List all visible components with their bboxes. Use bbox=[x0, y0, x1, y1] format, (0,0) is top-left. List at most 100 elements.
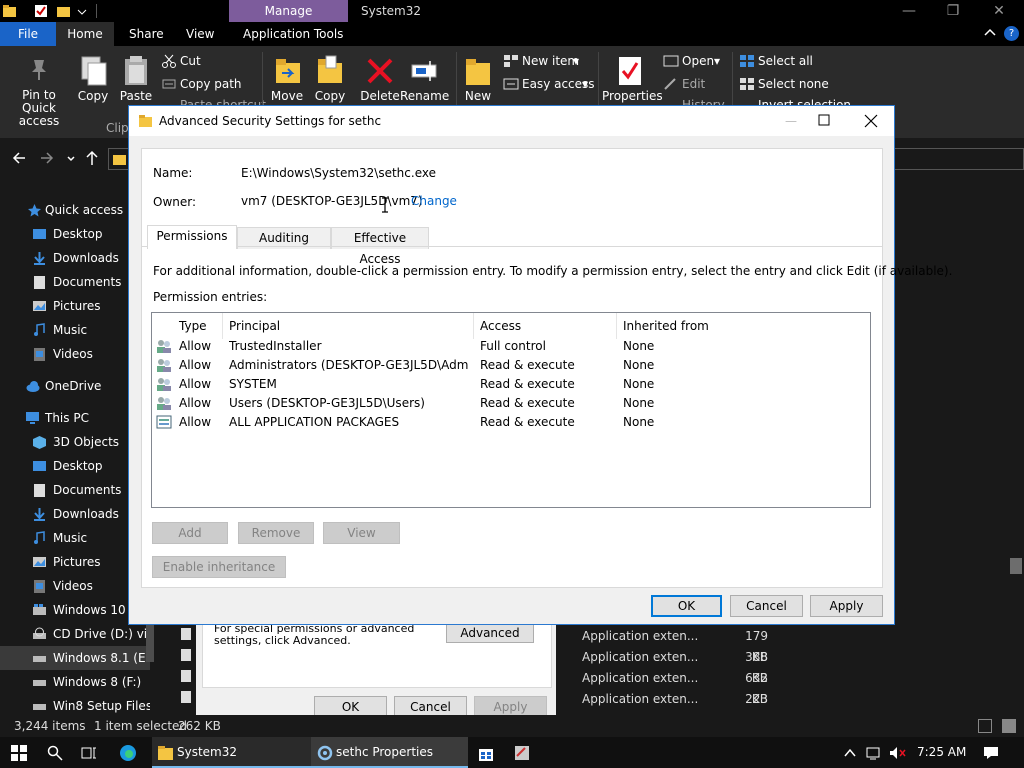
select-none-button[interactable]: Select none bbox=[758, 77, 829, 91]
table-row[interactable]: Allow SYSTEM Read & execute None bbox=[154, 375, 868, 394]
nav-cd-drive[interactable]: CD Drive (D:) virt bbox=[0, 622, 150, 646]
new-folder-button[interactable]: New bbox=[460, 89, 496, 103]
search-box[interactable] bbox=[894, 148, 1024, 170]
change-owner-link[interactable]: Change bbox=[411, 194, 457, 208]
select-all-button[interactable]: Select all bbox=[758, 54, 813, 68]
nav-drive-e[interactable]: Windows 8.1 (E:) bbox=[0, 646, 150, 670]
close-icon[interactable]: ✕ bbox=[976, 0, 1022, 22]
recent-locations-icon[interactable] bbox=[66, 152, 76, 164]
tab-view[interactable]: View bbox=[176, 22, 224, 46]
move-to-button[interactable]: Move bbox=[268, 89, 306, 103]
tab-home[interactable]: Home bbox=[56, 22, 114, 46]
nav-drive-f[interactable]: Windows 8 (F:) bbox=[0, 670, 150, 694]
network-icon[interactable] bbox=[866, 745, 882, 761]
new-folder-quick-icon[interactable] bbox=[57, 4, 71, 18]
nav-win8-setup[interactable]: Win8 Setup Files bbox=[0, 694, 150, 715]
videos-icon bbox=[32, 347, 47, 361]
edit-button[interactable]: Edit bbox=[682, 77, 705, 91]
drive-icon bbox=[32, 699, 47, 713]
permission-entries-label: Permission entries: bbox=[153, 290, 268, 304]
rename-icon bbox=[410, 57, 438, 85]
easy-access-icon bbox=[503, 77, 519, 91]
column-header-principal[interactable]: Principal bbox=[229, 317, 280, 335]
tab-permissions[interactable]: Permissions bbox=[147, 225, 237, 249]
large-icons-view-icon[interactable] bbox=[1002, 719, 1016, 733]
help-icon[interactable]: ? bbox=[1004, 26, 1019, 41]
new-item-button[interactable]: New item bbox=[522, 54, 579, 68]
maximize-icon[interactable] bbox=[818, 114, 830, 126]
forward-arrow-icon[interactable] bbox=[40, 151, 54, 165]
properties-button[interactable]: Properties bbox=[602, 89, 663, 103]
select-none-icon bbox=[739, 77, 755, 91]
copy-button[interactable]: Copy bbox=[76, 89, 110, 103]
text-cursor-icon bbox=[381, 197, 389, 213]
app-icon[interactable] bbox=[513, 744, 531, 762]
chevron-down-icon[interactable] bbox=[77, 4, 91, 18]
desktop-icon bbox=[32, 459, 47, 473]
ok-button[interactable]: OK bbox=[651, 595, 722, 617]
advanced-button[interactable]: Advanced bbox=[446, 623, 534, 643]
apply-button[interactable]: Apply bbox=[810, 595, 883, 617]
owner-label: Owner: bbox=[153, 195, 197, 209]
paste-button[interactable]: Paste bbox=[118, 89, 154, 103]
file-type: Application exten... bbox=[582, 692, 699, 706]
table-row[interactable]: Allow TrustedInstaller Full control None bbox=[154, 337, 868, 356]
back-arrow-icon[interactable] bbox=[12, 151, 26, 165]
enable-inheritance-button[interactable]: Enable inheritance bbox=[152, 556, 286, 578]
chevron-down-icon: ▾ bbox=[582, 77, 589, 91]
clock[interactable]: 7:25 AM bbox=[917, 737, 966, 768]
chevron-up-icon[interactable] bbox=[843, 746, 857, 760]
open-button[interactable]: Open bbox=[682, 54, 714, 68]
search-icon[interactable] bbox=[47, 745, 63, 761]
properties-icon bbox=[616, 55, 644, 87]
chevron-up-icon[interactable] bbox=[984, 27, 996, 39]
status-bar: 3,244 items 1 item selected 262 KB bbox=[0, 715, 1024, 737]
delete-button[interactable]: Delete bbox=[358, 89, 402, 103]
table-row[interactable]: Allow Administrators (DESKTOP-GE3JL5D\Ad… bbox=[154, 356, 868, 375]
select-all-icon bbox=[739, 54, 755, 68]
properties-quick-icon[interactable] bbox=[34, 4, 48, 18]
edge-icon[interactable] bbox=[119, 744, 137, 762]
address-bar[interactable] bbox=[108, 148, 130, 170]
copy-to-button[interactable]: Copy bbox=[311, 89, 349, 103]
tab-file[interactable]: File bbox=[0, 22, 56, 46]
copy-path-button[interactable]: Copy path bbox=[180, 77, 242, 91]
up-arrow-icon[interactable] bbox=[85, 150, 99, 166]
column-header-inherited-from[interactable]: Inherited from bbox=[623, 317, 709, 335]
store-icon[interactable] bbox=[477, 744, 495, 762]
remove-button[interactable]: Remove bbox=[238, 522, 314, 544]
file-size: 632 KB bbox=[745, 671, 768, 706]
download-icon bbox=[32, 507, 47, 521]
tab-share[interactable]: Share bbox=[119, 22, 174, 46]
table-row[interactable]: Allow Users (DESKTOP-GE3JL5D\Users) Read… bbox=[154, 394, 868, 413]
name-value: E:\Windows\System32\sethc.exe bbox=[241, 166, 436, 180]
minimize-icon[interactable]: — bbox=[769, 106, 813, 136]
details-view-icon[interactable] bbox=[978, 719, 992, 733]
windows-start-icon[interactable] bbox=[11, 745, 27, 761]
column-separator bbox=[616, 313, 617, 339]
cancel-button[interactable]: Cancel bbox=[730, 595, 803, 617]
content-scrollbar[interactable] bbox=[1008, 180, 1024, 715]
rename-button[interactable]: Rename bbox=[400, 89, 449, 103]
content-scrollbar-thumb[interactable] bbox=[1010, 558, 1022, 574]
manage-tab[interactable]: Manage bbox=[229, 0, 348, 22]
tab-application-tools[interactable]: Application Tools bbox=[233, 22, 353, 46]
explorer-title: System32 bbox=[361, 4, 422, 18]
volume-muted-icon[interactable] bbox=[889, 745, 907, 761]
permission-entries-list[interactable]: Type Principal Access Inherited from All… bbox=[151, 312, 871, 508]
close-icon[interactable] bbox=[864, 114, 878, 128]
star-icon bbox=[27, 203, 42, 217]
taskbar-app-label: System32 bbox=[177, 745, 238, 759]
column-header-type[interactable]: Type bbox=[179, 317, 207, 335]
add-button[interactable]: Add bbox=[152, 522, 228, 544]
view-button[interactable]: View bbox=[323, 522, 400, 544]
notifications-icon[interactable] bbox=[983, 745, 999, 761]
pin-to-quick-access-button[interactable]: Pin to Quick access bbox=[4, 89, 74, 128]
cut-button[interactable]: Cut bbox=[180, 54, 201, 68]
minimize-icon[interactable]: — bbox=[886, 0, 932, 22]
task-view-icon[interactable] bbox=[81, 745, 97, 761]
table-row[interactable]: Allow ALL APPLICATION PACKAGES Read & ex… bbox=[154, 413, 868, 432]
maximize-icon[interactable]: ❐ bbox=[930, 0, 976, 22]
computer-icon bbox=[25, 411, 40, 425]
column-header-access[interactable]: Access bbox=[480, 317, 521, 335]
